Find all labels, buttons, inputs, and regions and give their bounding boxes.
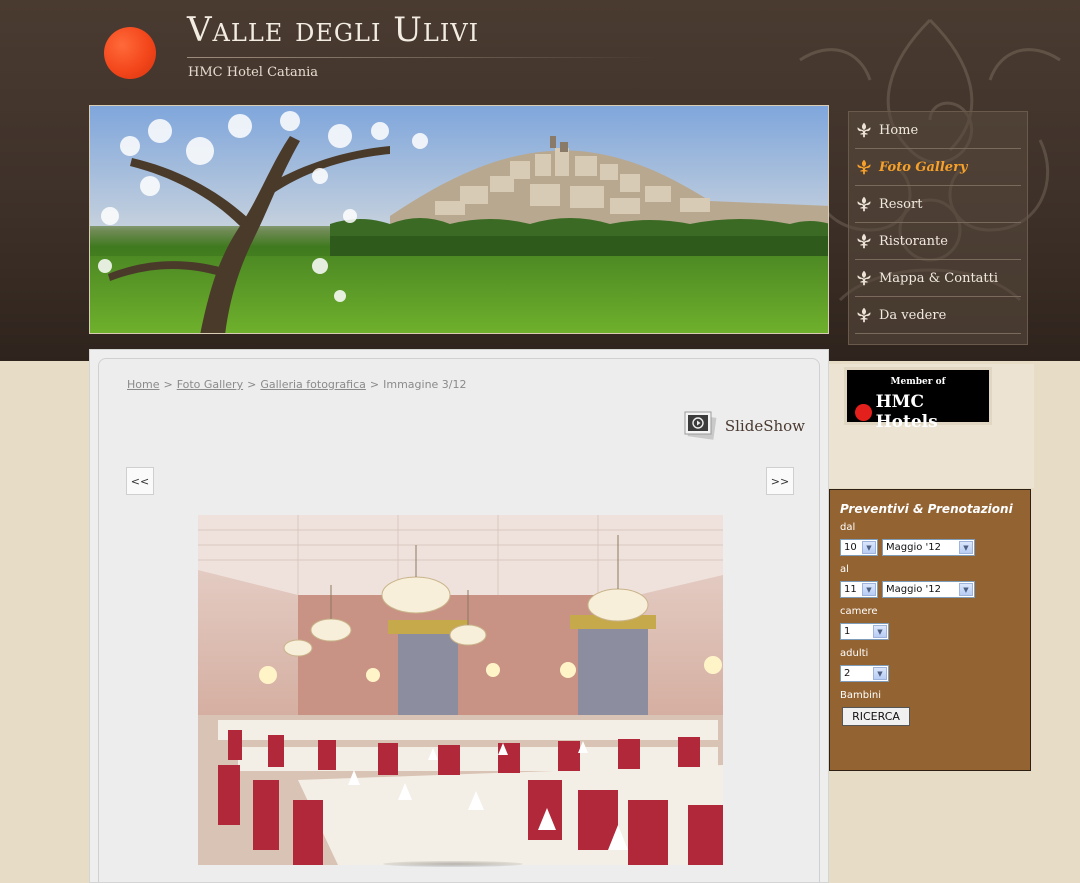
fleur-de-lis-icon <box>857 196 871 212</box>
nav-item-home[interactable]: Home <box>855 112 1021 149</box>
breadcrumb-separator: > <box>369 378 380 391</box>
chevron-down-icon: ▼ <box>862 541 876 554</box>
nav-item-label: Home <box>879 122 919 138</box>
hmc-brand-text: HMC Hotels <box>875 392 938 432</box>
hmc-logo-dot <box>855 403 872 421</box>
header-banner-image <box>89 105 829 334</box>
breadcrumb-link-home[interactable]: Home <box>127 378 159 391</box>
hmc-member-badge[interactable]: Member of HMC Hotels <box>844 367 992 432</box>
label-dal: dal <box>840 522 856 533</box>
breadcrumb-separator: > <box>163 378 173 391</box>
logo-mark[interactable] <box>104 27 156 79</box>
hmc-badge-inner: Member of HMC Hotels <box>847 370 989 432</box>
al-day-value: 11 <box>844 584 857 595</box>
dal-day-select[interactable]: 10 ▼ <box>840 539 878 556</box>
adulti-value: 2 <box>844 668 851 679</box>
nav-item-label: Foto Gallery <box>879 159 968 175</box>
al-day-select[interactable]: 11 ▼ <box>840 581 878 598</box>
nav-item-label: Da vedere <box>879 307 947 323</box>
chevron-down-icon: ▼ <box>873 625 887 638</box>
fleur-de-lis-icon <box>857 122 871 138</box>
fleur-de-lis-icon <box>857 270 871 286</box>
dal-month-select[interactable]: Maggio '12 ▼ <box>882 539 975 556</box>
label-bambini: Bambini <box>840 690 881 701</box>
al-month-select[interactable]: Maggio '12 ▼ <box>882 581 975 598</box>
banquet-hall-illustration <box>198 515 723 865</box>
fleur-de-lis-icon <box>857 159 871 175</box>
chevron-down-icon: ▼ <box>862 583 876 596</box>
member-of-text: Member of <box>890 377 946 387</box>
booking-title: Preventivi & Prenotazioni <box>840 502 1013 516</box>
fleur-de-lis-icon <box>857 307 871 323</box>
dal-row: 10 ▼ Maggio '12 ▼ <box>840 539 1020 556</box>
ricerca-button[interactable]: RICERCA <box>842 707 910 726</box>
al-row: 11 ▼ Maggio '12 ▼ <box>840 581 1020 598</box>
camere-select[interactable]: 1 ▼ <box>840 623 889 640</box>
nav-item-foto-gallery[interactable]: Foto Gallery <box>855 149 1021 186</box>
dal-month-value: Maggio '12 <box>886 542 941 553</box>
slideshow-label: SlideShow <box>724 417 805 435</box>
label-camere: camere <box>840 606 878 617</box>
gallery-container: Home > Foto Gallery > Galleria fotografica > I… <box>98 358 820 882</box>
chevron-down-icon: ▼ <box>873 667 887 680</box>
fleur-de-lis-icon <box>857 233 871 249</box>
breadcrumb-current: Immagine 3/12 <box>383 378 467 391</box>
breadcrumb-link-foto-gallery[interactable]: Foto Gallery <box>177 378 243 391</box>
nav-item-mappa-contatti[interactable]: Mappa & Contatti <box>855 260 1021 297</box>
dal-day-value: 10 <box>844 542 857 553</box>
slideshow-button[interactable]: SlideShow <box>683 410 805 442</box>
breadcrumb: Home > Foto Gallery > Galleria fotografica > I… <box>127 378 467 391</box>
booking-form: Preventivi & Prenotazioni dal 10 ▼ Maggi… <box>829 489 1031 771</box>
chevron-down-icon: ▼ <box>959 583 973 596</box>
slideshow-icon <box>684 411 717 440</box>
previous-image-button[interactable]: << <box>126 467 154 495</box>
hmc-logo-row: HMC Hotels <box>855 392 989 432</box>
nav-item-label: Mappa & Contatti <box>879 270 999 286</box>
photo-shadow <box>383 861 523 867</box>
breadcrumb-link-galleria[interactable]: Galleria fotografica <box>260 378 366 391</box>
site-title[interactable]: Valle degli Ulivi <box>187 10 479 50</box>
nav-item-label: Ristorante <box>879 233 948 249</box>
breadcrumb-separator: > <box>247 378 257 391</box>
title-divider <box>187 57 657 58</box>
camere-row: 1 ▼ <box>840 623 1020 640</box>
main-navigation: Home Foto Gallery Resort Ristorante Mapp… <box>848 111 1028 345</box>
adulti-select[interactable]: 2 ▼ <box>840 665 889 682</box>
al-month-value: Maggio '12 <box>886 584 941 595</box>
adulti-row: 2 ▼ <box>840 665 1020 682</box>
next-image-button[interactable]: >> <box>766 467 794 495</box>
nav-item-label: Resort <box>879 196 923 212</box>
nav-item-da-vedere[interactable]: Da vedere <box>855 297 1021 334</box>
chevron-down-icon: ▼ <box>959 541 973 554</box>
content-panel: Home > Foto Gallery > Galleria fotografica > I… <box>89 349 829 883</box>
nav-item-ristorante[interactable]: Ristorante <box>855 223 1021 260</box>
label-al: al <box>840 564 849 575</box>
nav-item-resort[interactable]: Resort <box>855 186 1021 223</box>
landscape-illustration <box>90 106 828 333</box>
gallery-photo <box>198 515 723 865</box>
site-subtitle: HMC Hotel Catania <box>188 65 319 80</box>
camere-value: 1 <box>844 626 851 637</box>
label-adulti: adulti <box>840 648 869 659</box>
